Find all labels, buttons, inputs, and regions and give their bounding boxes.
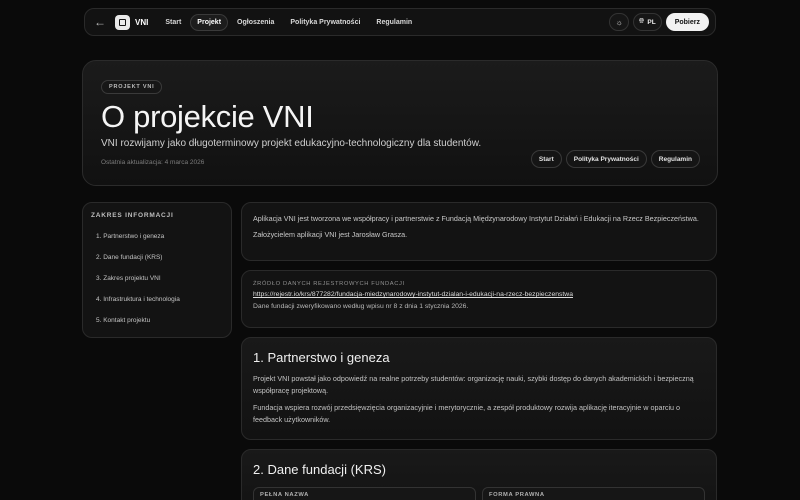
intro-card: Aplikacja VNI jest tworzona we współprac… (241, 202, 717, 261)
hero-badge: PROJEKT VNI (101, 80, 163, 94)
toc-item-partnerstwo[interactable]: 1. Partnerstwo i geneza (96, 232, 180, 253)
toc-item-zakres[interactable]: 3. Zakres projektu VNI (96, 274, 180, 295)
nav-link-ogloszenia[interactable]: Ogłoszenia (230, 14, 281, 31)
toc-item-infrastruktura[interactable]: 4. Infrastruktura i technologia (96, 295, 180, 316)
section-heading: 1. Partnerstwo i geneza (253, 350, 390, 365)
toc-title: ZAKRES INFORMACJI (91, 212, 174, 219)
source-note: Dane fundacji zweryfikowano według wpisu… (253, 303, 469, 310)
theme-toggle-button[interactable]: ☼ (609, 13, 629, 31)
source-label: ŹRÓDŁO DANYCH REJESTROWYCH FUNDACJI (253, 281, 405, 287)
logo-icon[interactable] (115, 14, 130, 30)
page-title: O projekcie VNI (101, 99, 314, 134)
sun-icon: ☼ (615, 17, 623, 27)
hero-privacy-button[interactable]: Polityka Prywatności (565, 150, 647, 168)
toc-item-dane-fundacji[interactable]: 2. Dane fundacji (KRS) (96, 253, 180, 274)
nav-link-polityka[interactable]: Polityka Prywatności (283, 14, 367, 31)
table-of-contents: ZAKRES INFORMACJI 1. Partnerstwo i genez… (82, 202, 232, 338)
nav-link-projekt[interactable]: Projekt (190, 13, 229, 31)
download-button[interactable]: Pobierz (665, 13, 709, 31)
page-subtitle: VNI rozwijamy jako długoterminowy projek… (101, 138, 482, 149)
section-partnerstwo: 1. Partnerstwo i geneza Projekt VNI pows… (241, 337, 717, 440)
field-legal-form: FORMA PRAWNA (482, 487, 705, 500)
globe-icon: 🌐︎ (638, 18, 645, 25)
toc-item-kontakt[interactable]: 5. Kontakt projektu (96, 316, 180, 337)
field-label: FORMA PRAWNA (489, 492, 545, 498)
top-navbar: ← VNI Start Projekt Ogłoszenia Polityka … (84, 8, 716, 36)
nav-link-regulamin[interactable]: Regulamin (369, 14, 419, 31)
nav-link-start[interactable]: Start (158, 14, 188, 31)
fields-row: PEŁNA NAZWA FORMA PRAWNA (253, 487, 705, 500)
hero-start-button[interactable]: Start (530, 150, 562, 168)
toc-list: 1. Partnerstwo i geneza 2. Dane fundacji… (96, 232, 180, 337)
hero-actions: Start Polityka Prywatności Regulamin (530, 150, 700, 168)
section-heading: 2. Dane fundacji (KRS) (253, 462, 386, 477)
source-card: ŹRÓDŁO DANYCH REJESTROWYCH FUNDACJI http… (241, 270, 717, 328)
field-full-name: PEŁNA NAZWA (253, 487, 476, 500)
brand-name[interactable]: VNI (135, 18, 148, 27)
nav-links: Start Projekt Ogłoszenia Polityka Prywat… (158, 13, 419, 31)
hero-terms-button[interactable]: Regulamin (650, 150, 700, 168)
section-paragraph: Fundacja wspiera rozwój przedsięwzięcia … (253, 403, 681, 424)
founder-paragraph: Założycielem aplikacji VNI jest Jarosław… (253, 230, 408, 239)
registry-link[interactable]: https://rejestr.io/krs/877282/fundacja-m… (253, 291, 705, 298)
nav-actions: ☼ 🌐︎ PL Pobierz (609, 13, 709, 31)
section-paragraph: Projekt VNI powstał jako odpowiedź na re… (253, 374, 694, 395)
hero-card: PROJEKT VNI O projekcie VNI VNI rozwijam… (82, 60, 718, 186)
back-arrow-icon[interactable]: ← (91, 13, 109, 31)
last-updated: Ostatnia aktualizacja: 4 marca 2026 (101, 159, 205, 166)
field-label: PEŁNA NAZWA (260, 492, 309, 498)
language-label: PL (647, 18, 656, 26)
section-dane-fundacji: 2. Dane fundacji (KRS) PEŁNA NAZWA FORMA… (241, 449, 717, 500)
language-button[interactable]: 🌐︎ PL (632, 13, 662, 31)
intro-paragraph: Aplikacja VNI jest tworzona we współprac… (253, 214, 699, 223)
